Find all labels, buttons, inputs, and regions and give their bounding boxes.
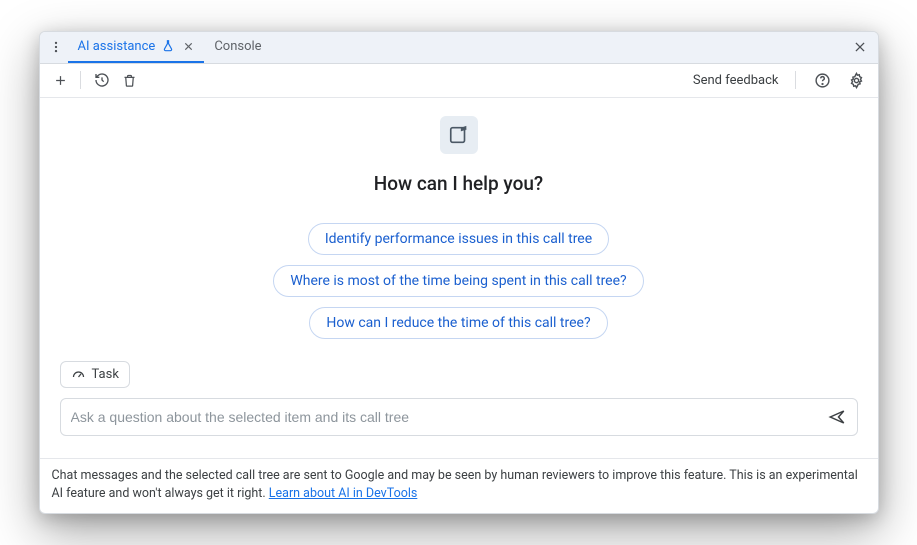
learn-more-link[interactable]: Learn about AI in DevTools	[269, 486, 418, 501]
chat-input[interactable]	[71, 409, 823, 425]
ai-assistance-panel: AI assistance Console Send feedback	[39, 31, 879, 514]
context-label: Task	[92, 367, 119, 382]
tab-label: Console	[214, 39, 261, 54]
disclaimer-text: Chat messages and the selected call tree…	[52, 468, 858, 501]
toolbar: Send feedback	[40, 64, 878, 98]
gauge-icon	[71, 367, 86, 382]
hero-title: How can I help you?	[374, 172, 543, 195]
suggestion-chip[interactable]: Where is most of the time being spent in…	[273, 265, 643, 297]
suggestion-chip[interactable]: How can I reduce the time of this call t…	[309, 307, 607, 339]
flask-icon	[161, 39, 175, 53]
disclaimer: Chat messages and the selected call tree…	[40, 458, 878, 513]
delete-button[interactable]	[117, 67, 143, 93]
send-feedback-button[interactable]: Send feedback	[689, 69, 783, 92]
suggestion-chip[interactable]: Identify performance issues in this call…	[308, 223, 609, 255]
settings-button[interactable]	[844, 67, 870, 93]
suggestion-list: Identify performance issues in this call…	[273, 223, 643, 339]
more-tabs-button[interactable]	[44, 35, 68, 59]
close-panel-button[interactable]	[846, 33, 874, 61]
tab-strip: AI assistance Console	[40, 32, 878, 64]
tab-ai-assistance[interactable]: AI assistance	[68, 32, 205, 63]
context-badge[interactable]: Task	[60, 361, 130, 388]
tab-console[interactable]: Console	[204, 32, 271, 63]
close-tab-icon[interactable]	[183, 41, 194, 52]
help-button[interactable]	[810, 67, 836, 93]
history-button[interactable]	[89, 67, 115, 93]
main-content: How can I help you? Identify performance…	[40, 98, 878, 458]
tab-label: AI assistance	[78, 39, 156, 54]
chat-input-row	[60, 398, 858, 436]
divider	[795, 71, 796, 89]
ai-spark-icon	[440, 116, 478, 154]
new-chat-button[interactable]	[48, 67, 74, 93]
divider	[80, 71, 81, 89]
send-button[interactable]	[823, 403, 851, 431]
